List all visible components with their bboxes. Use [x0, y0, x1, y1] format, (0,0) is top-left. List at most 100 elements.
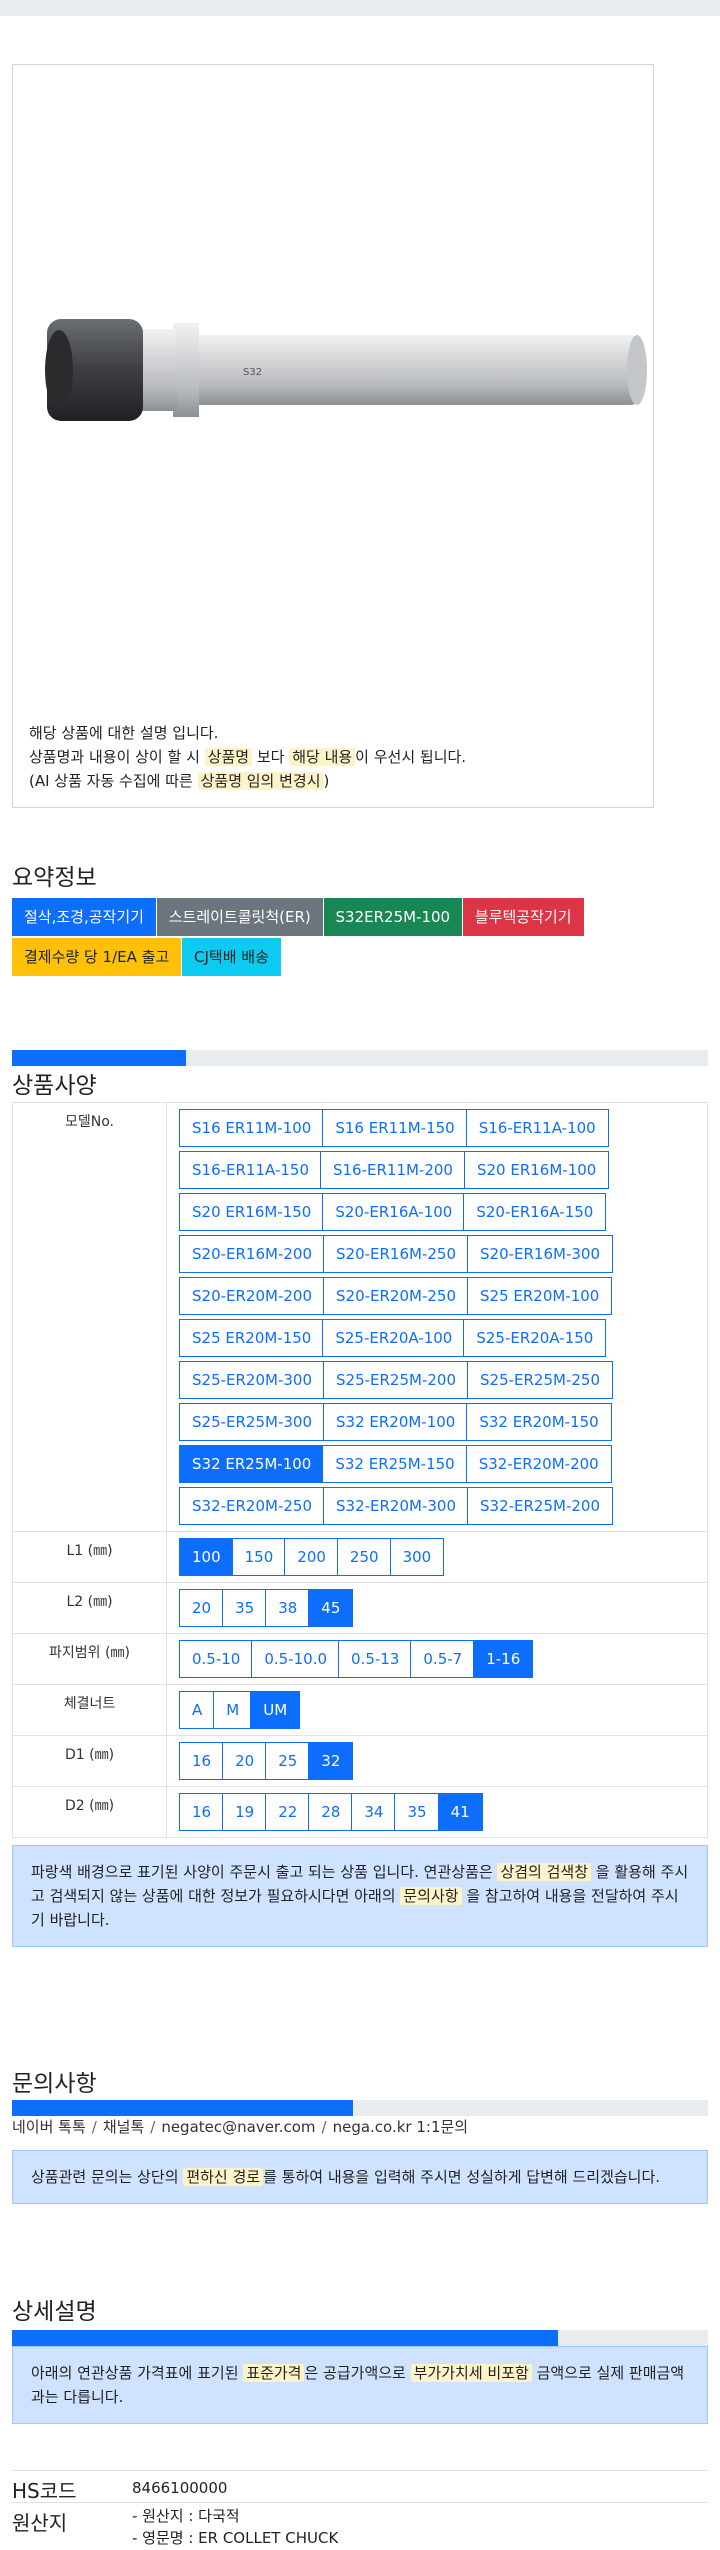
spec-option-button[interactable]: 35	[394, 1793, 440, 1831]
spec-option-button[interactable]: S32-ER20M-250	[179, 1487, 325, 1525]
spec-option-button[interactable]: S20-ER16M-200	[179, 1235, 325, 1273]
spec-option-button[interactable]: S20-ER16M-250	[323, 1235, 469, 1273]
origin-country: - 원산지 : 다국적	[132, 2507, 240, 2525]
spec-option-button[interactable]: S25-ER20M-300	[179, 1361, 325, 1399]
spec-row-label: 체결너트	[12, 1684, 167, 1736]
spec-option-button[interactable]: S25 ER20M-100	[467, 1277, 613, 1315]
spec-option-button[interactable]: S25-ER25M-250	[467, 1361, 613, 1399]
detail-progress	[12, 2330, 708, 2346]
spec-option-button[interactable]: S32 ER20M-100	[323, 1403, 469, 1441]
spec-progress-fill	[12, 1050, 186, 1066]
badge-brand: 블루텍공작기기	[462, 898, 584, 936]
channel-talk-link[interactable]: 채널톡	[103, 2118, 144, 2136]
spec-option-button[interactable]: S16 ER11M-150	[322, 1109, 468, 1147]
spec-option-button[interactable]: 34	[351, 1793, 397, 1831]
spec-option-button[interactable]: 45	[308, 1589, 354, 1627]
spec-option-button[interactable]: S16-ER11A-150	[179, 1151, 322, 1189]
spec-option-button[interactable]: 35	[222, 1589, 268, 1627]
inquiry-progress-fill	[12, 2100, 354, 2116]
spec-option-button[interactable]: 22	[265, 1793, 311, 1831]
spec-option-button[interactable]: 0.5-13	[338, 1640, 413, 1678]
spec-option-button[interactable]: S20 ER16M-100	[463, 1151, 610, 1189]
spec-option-button[interactable]: 0.5-10	[179, 1640, 254, 1678]
spec-notice: 파랑색 배경으로 표기된 사양이 주문시 출고 되는 상품 입니다. 연관상품은…	[12, 1845, 708, 1947]
naver-talk-link[interactable]: 네이버 톡톡	[12, 2118, 86, 2136]
product-image: S32	[45, 319, 647, 421]
origin-english-name: - 영문명 : ER COLLET CHUCK	[132, 2529, 339, 2547]
spec-option-button[interactable]: S25-ER20A-100	[322, 1319, 466, 1357]
badge-subcategory: 스트레이트콜릿척(ER)	[156, 898, 323, 936]
spec-row-options: S16 ER11M-100 S16 ER11M-150 S16-ER11A-100 S…	[166, 1102, 708, 1532]
spec-option-button[interactable]: S32 ER25M-150	[322, 1445, 468, 1483]
spec-option-button[interactable]: M	[213, 1691, 253, 1729]
spec-option-button[interactable]: 38	[265, 1589, 311, 1627]
spec-row-label: D2 (㎜)	[12, 1786, 167, 1838]
spec-option-button[interactable]: S32-ER20M-300	[323, 1487, 469, 1525]
spec-option-button[interactable]: 19	[222, 1793, 268, 1831]
spec-option-button[interactable]: 16	[179, 1742, 225, 1780]
contact-separator: /	[150, 2118, 156, 2136]
spec-option-button[interactable]: S25 ER20M-150	[179, 1319, 325, 1357]
summary-title: 요약정보	[12, 865, 97, 891]
spec-option-button[interactable]: S25-ER25M-200	[323, 1361, 469, 1399]
spec-option-button[interactable]: S25-ER25M-300	[179, 1403, 325, 1441]
site-inquiry-link[interactable]: nega.co.kr 1:1문의	[333, 2118, 469, 2136]
spec-option-button[interactable]: S16-ER11M-200	[319, 1151, 466, 1189]
spec-option-button[interactable]: 28	[308, 1793, 354, 1831]
spec-row-options: A M UM	[166, 1684, 708, 1736]
spec-option-button[interactable]: UM	[250, 1691, 301, 1729]
email-link[interactable]: negatec@naver.com	[161, 2118, 315, 2136]
origin-values: - 원산지 : 다국적 - 영문명 : ER COLLET CHUCK	[132, 2505, 338, 2549]
spec-option-button[interactable]: S20-ER16M-300	[467, 1235, 613, 1273]
spec-option-button[interactable]: 25	[265, 1742, 311, 1780]
spec-option-button[interactable]: 1-16	[473, 1640, 534, 1678]
spec-option-button[interactable]: 100	[179, 1538, 234, 1576]
spec-option-button[interactable]: 200	[284, 1538, 339, 1576]
spec-row-options: 16 20 25 32	[166, 1735, 708, 1787]
spec-option-button[interactable]: S32-ER20M-200	[465, 1445, 612, 1483]
spec-option-button[interactable]: S32-ER25M-200	[467, 1487, 613, 1525]
spec-option-button[interactable]: S32 ER20M-150	[466, 1403, 612, 1441]
spec-option-button[interactable]: S25-ER20A-150	[463, 1319, 607, 1357]
spec-option-button[interactable]: S20-ER16A-100	[322, 1193, 466, 1231]
product-description: 해당 상품에 대한 설명 입니다. 상품명과 내용이 상이 할 시 상품명 보다…	[29, 724, 467, 790]
top-bar	[0, 0, 720, 16]
detail-notice: 아래의 연관상품 가격표에 표기된 표준가격 은 공급가액으로 부가가치세 비포함…	[12, 2346, 708, 2424]
summary-badges: 절삭,조경,공작기기 스트레이트콜릿척(ER) S32ER25M-100 블루텍…	[12, 898, 702, 978]
detail-progress-fill	[12, 2330, 559, 2346]
spec-option-button[interactable]: S20-ER20M-200	[179, 1277, 325, 1315]
inquiry-title: 문의사항	[12, 2071, 97, 2097]
spec-option-button[interactable]: 20	[179, 1589, 225, 1627]
spec-row-options: 0.5-10 0.5-10.0 0.5-13 0.5-7 1-16	[166, 1633, 708, 1685]
spec-option-button[interactable]: S16-ER11A-100	[465, 1109, 609, 1147]
spec-option-button[interactable]: S20 ER16M-150	[179, 1193, 325, 1231]
spec-option-button[interactable]: S16 ER11M-100	[179, 1109, 325, 1147]
spec-row-label: L2 (㎜)	[12, 1582, 167, 1634]
spec-option-button[interactable]: S20-ER20M-250	[323, 1277, 469, 1315]
spec-option-button[interactable]: 150	[231, 1538, 287, 1576]
spec-option-button[interactable]: 32	[308, 1742, 354, 1780]
spec-option-button[interactable]: 0.5-7	[410, 1640, 476, 1678]
spec-option-button[interactable]: 300	[389, 1538, 445, 1576]
spec-row: L1 (㎜) 100 150 200 250 300	[12, 1531, 708, 1583]
spec-row: 모델No. S16 ER11M-100 S16 ER11M-150 S16-ER11A…	[12, 1102, 708, 1532]
detail-title: 상세설명	[12, 2299, 97, 2325]
spec-row-label: 파지범위 (㎜)	[12, 1633, 167, 1685]
spec-option-button[interactable]: A	[179, 1691, 216, 1729]
spec-option-button[interactable]: 41	[437, 1793, 483, 1831]
spec-option-button[interactable]: 0.5-10.0	[251, 1640, 341, 1678]
contact-separator: /	[91, 2118, 97, 2136]
spec-progress	[12, 1050, 708, 1066]
hs-code-label: HS코드	[12, 2479, 77, 2503]
spec-option-button[interactable]: 20	[222, 1742, 268, 1780]
spec-option-button[interactable]: 250	[336, 1538, 392, 1576]
spec-option-button[interactable]: S20-ER16A-150	[463, 1193, 607, 1231]
spec-row-options: 16 19 22 28 34 35 41	[166, 1786, 708, 1838]
spec-table: 모델No. S16 ER11M-100 S16 ER11M-150 S16-ER11A…	[12, 1102, 708, 1838]
inquiry-progress	[12, 2100, 708, 2116]
spec-row: 파지범위 (㎜) 0.5-10 0.5-10.0 0.5-13 0.5-7 1-16	[12, 1633, 708, 1685]
spec-option-button[interactable]: S32 ER25M-100	[179, 1445, 325, 1483]
spec-option-button[interactable]: 16	[179, 1793, 225, 1831]
badge-quantity: 결제수량 당 1/EA 출고	[12, 938, 182, 976]
origin-label: 원산지	[12, 2511, 68, 2535]
